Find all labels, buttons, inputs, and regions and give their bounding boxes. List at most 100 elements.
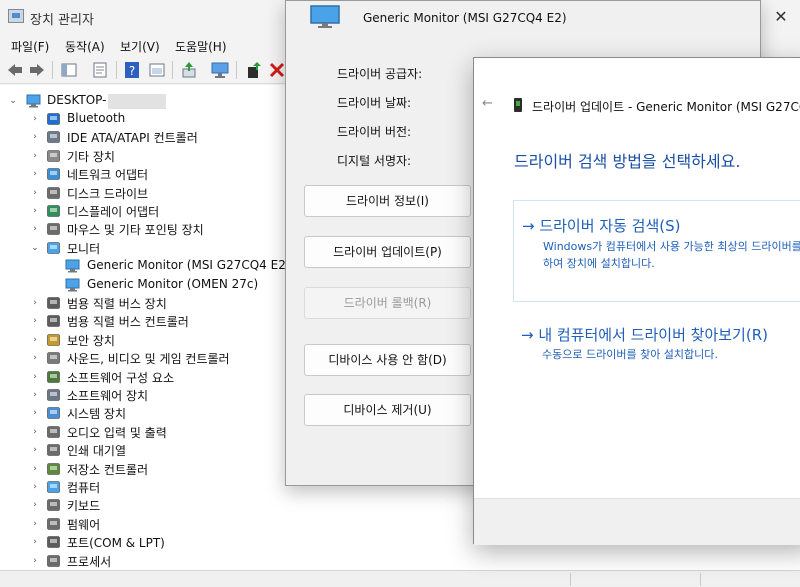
chevron-right-icon[interactable]: › <box>30 294 40 312</box>
category-mouse[interactable]: › 마우스 및 기타 포인팅 장치 <box>0 220 300 238</box>
show-hidden-icon[interactable] <box>148 61 166 79</box>
search-automatically-desc: Windows가 컴퓨터에서 사용 가능한 최상의 드라이버를 검색하여 장치에… <box>543 240 800 270</box>
search-automatically-title[interactable]: → 드라이버 자동 검색(S) <box>522 215 681 236</box>
menu-view[interactable]: 보기(V) <box>120 38 160 55</box>
chevron-right-icon[interactable]: › <box>30 184 40 202</box>
monitor-device-item[interactable]: Generic Monitor (MSI G27CQ4 E2) <box>0 257 300 275</box>
category-computer[interactable]: › 컴퓨터 <box>0 478 300 496</box>
category-software-component[interactable]: › 소프트웨어 구성 요소 <box>0 368 300 386</box>
category-ide-controller[interactable]: › IDE ATA/ATAPI 컨트롤러 <box>0 128 300 146</box>
uninstall-device-icon[interactable] <box>268 61 286 79</box>
category-network-adapter[interactable]: › 네트워크 어댑터 <box>0 165 300 183</box>
tree-root-computer[interactable]: ⌄ DESKTOP- <box>0 92 200 110</box>
browse-computer-desc: 수동으로 드라이버를 찾아 설치합니다. <box>542 348 718 361</box>
chevron-right-icon[interactable]: › <box>30 349 40 367</box>
chevron-right-icon[interactable]: › <box>30 386 40 404</box>
chevron-right-icon[interactable]: › <box>30 478 40 496</box>
chevron-right-icon[interactable]: › <box>30 404 40 422</box>
menu-action[interactable]: 동작(A) <box>65 38 105 55</box>
category-label: 기타 장치 <box>67 149 115 164</box>
category-print-queue[interactable]: › 인쇄 대기열 <box>0 441 300 459</box>
status-segment <box>700 573 701 586</box>
back-arrow-icon[interactable] <box>6 61 24 79</box>
chevron-down-icon[interactable]: ⌄ <box>8 92 18 110</box>
menu-file[interactable]: 파일(F) <box>11 38 49 55</box>
update-driver-icon[interactable] <box>180 61 198 79</box>
chevron-right-icon[interactable]: › <box>30 110 40 128</box>
chevron-right-icon[interactable]: › <box>30 368 40 386</box>
console-tree-icon[interactable] <box>60 61 78 79</box>
system-device-icon <box>47 407 60 420</box>
disable-device-button[interactable]: 디바이스 사용 안 함(D) <box>304 344 471 376</box>
category-label: 사운드, 비디오 및 게임 컨트롤러 <box>67 352 230 367</box>
computer-icon <box>47 481 60 493</box>
software-device-icon <box>47 389 60 401</box>
chevron-right-icon[interactable]: › <box>30 220 40 238</box>
chevron-right-icon[interactable]: › <box>30 496 40 514</box>
category-firmware[interactable]: › 펌웨어 <box>0 515 300 533</box>
chevron-right-icon[interactable]: › <box>30 147 40 165</box>
browse-computer-title[interactable]: → 내 컴퓨터에서 드라이버 찾아보기(R) <box>521 324 768 345</box>
chevron-right-icon[interactable]: › <box>30 128 40 146</box>
monitor-device-item[interactable]: Generic Monitor (OMEN 27c) <box>0 276 300 294</box>
category-other-devices[interactable]: › 기타 장치 <box>0 147 300 165</box>
forward-arrow-icon[interactable] <box>28 61 46 79</box>
chevron-right-icon[interactable]: › <box>30 331 40 349</box>
category-label: 펌웨어 <box>67 517 101 532</box>
category-bluetooth[interactable]: › Bluetooth <box>0 110 300 128</box>
category-audio-io[interactable]: › 오디오 입력 및 출력 <box>0 423 300 441</box>
driver-provider-label: 드라이버 공급자: <box>337 67 423 81</box>
category-label: 저장소 컨트롤러 <box>67 462 149 477</box>
category-usb-device[interactable]: › 범용 직렬 버스 장치 <box>0 294 300 312</box>
chevron-right-icon[interactable]: › <box>30 460 40 478</box>
chevron-right-icon[interactable]: › <box>30 515 40 533</box>
chevron-right-icon[interactable]: › <box>30 533 40 551</box>
chevron-right-icon[interactable]: › <box>30 423 40 441</box>
category-disk-drive[interactable]: › 디스크 드라이브 <box>0 184 300 202</box>
back-arrow-icon[interactable]: ← <box>482 96 493 111</box>
category-display-adapter[interactable]: › 디스플레이 어댑터 <box>0 202 300 220</box>
category-processor[interactable]: › 프로세서 <box>0 552 300 570</box>
search-automatically-option[interactable]: → 드라이버 자동 검색(S) Windows가 컴퓨터에서 사용 가능한 최상… <box>513 200 800 302</box>
category-label: 소프트웨어 구성 요소 <box>67 370 174 385</box>
category-monitor[interactable]: ⌄ 모니터 <box>0 239 300 257</box>
uninstall-device-button[interactable]: 디바이스 제거(U) <box>304 394 471 426</box>
scan-hardware-icon[interactable] <box>211 61 229 79</box>
computer-name: DESKTOP- <box>47 93 107 107</box>
category-label: 디스크 드라이브 <box>67 186 149 201</box>
category-software-device[interactable]: › 소프트웨어 장치 <box>0 386 300 404</box>
category-security-device[interactable]: › 보안 장치 <box>0 331 300 349</box>
category-port[interactable]: › 포트(COM & LPT) <box>0 533 300 551</box>
chevron-right-icon[interactable]: › <box>30 165 40 183</box>
chevron-right-icon[interactable]: › <box>30 312 40 330</box>
help-icon[interactable]: ? <box>123 61 141 79</box>
category-label: 마우스 및 기타 포인팅 장치 <box>67 223 204 238</box>
category-label: 모니터 <box>67 241 101 256</box>
enable-device-icon[interactable] <box>245 61 263 79</box>
bluetooth-icon <box>47 113 60 125</box>
chevron-right-icon[interactable]: › <box>30 441 40 459</box>
chevron-down-icon[interactable]: ⌄ <box>30 239 40 257</box>
category-label: 키보드 <box>67 499 101 514</box>
browse-computer-option[interactable]: → 내 컴퓨터에서 드라이버 찾아보기(R) 수동으로 드라이버를 찾아 설치합… <box>513 316 800 376</box>
properties-icon[interactable] <box>91 61 109 79</box>
usb-device-icon <box>47 297 60 309</box>
update-driver-wizard: ← 드라이버 업데이트 - Generic Monitor (MSI G27CQ… <box>473 57 800 545</box>
category-usb-controller[interactable]: › 범용 직렬 버스 컨트롤러 <box>0 312 300 330</box>
category-label: 시스템 장치 <box>67 407 127 422</box>
monitor-icon <box>310 5 340 28</box>
driver-details-button[interactable]: 드라이버 정보(I) <box>304 185 471 217</box>
category-sound[interactable]: › 사운드, 비디오 및 게임 컨트롤러 <box>0 349 300 367</box>
network-adapter-icon <box>47 168 60 180</box>
category-system-device[interactable]: › 시스템 장치 <box>0 404 300 422</box>
category-label: 오디오 입력 및 출력 <box>67 425 167 440</box>
audio-io-icon <box>47 425 60 438</box>
menu-help[interactable]: 도움말(H) <box>175 38 227 55</box>
update-driver-button[interactable]: 드라이버 업데이트(P) <box>304 236 471 268</box>
category-storage-controller[interactable]: › 저장소 컨트롤러 <box>0 460 300 478</box>
chevron-right-icon[interactable]: › <box>30 202 40 220</box>
close-button[interactable]: ✕ <box>762 0 800 34</box>
category-label: IDE ATA/ATAPI 컨트롤러 <box>67 131 198 146</box>
chevron-right-icon[interactable]: › <box>30 552 40 570</box>
category-keyboard[interactable]: › 키보드 <box>0 496 300 514</box>
